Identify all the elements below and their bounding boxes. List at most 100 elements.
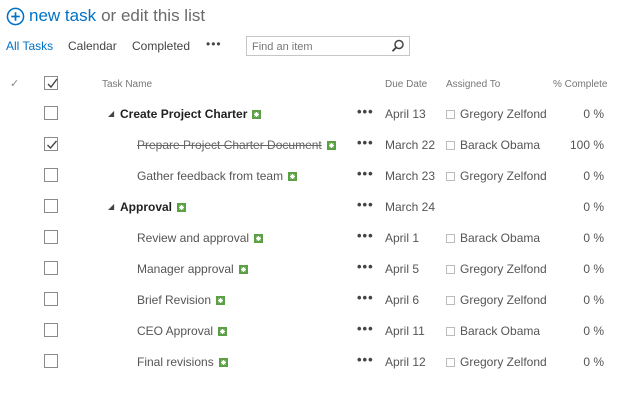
task-name-text: Final revisions — [137, 355, 214, 369]
assigned-to-person[interactable]: Gregory Zelfond — [446, 293, 547, 307]
assigned-to-person[interactable]: Barack Obama — [446, 231, 540, 245]
task-name-link[interactable]: Brief Revision — [137, 293, 226, 307]
task-name-link[interactable]: CEO Approval — [137, 324, 228, 338]
task-row[interactable]: ◢ Create Project Charter ••• April 13 Gregor… — [0, 98, 634, 129]
task-checkbox[interactable] — [44, 137, 58, 151]
task-name-link[interactable]: Final revisions — [137, 355, 228, 369]
new-item-icon — [238, 265, 248, 274]
task-name-link[interactable]: Manager approval — [137, 262, 248, 276]
new-item-icon — [216, 296, 226, 305]
assigned-to-name: Gregory Zelfond — [460, 262, 547, 276]
percent-complete: 0 % — [583, 355, 604, 369]
column-header-task-name[interactable]: Task Name — [102, 79, 152, 90]
this-list-label: this list — [153, 6, 206, 25]
item-menu-button[interactable]: ••• — [357, 321, 374, 336]
task-row[interactable]: Review and approval ••• April 1 Barack Obam… — [0, 222, 634, 253]
item-menu-button[interactable]: ••• — [357, 259, 374, 274]
or-label: or — [101, 6, 117, 25]
add-circle-icon[interactable] — [6, 7, 25, 26]
new-task-link[interactable]: new task — [29, 6, 96, 26]
task-checkbox[interactable] — [44, 354, 58, 368]
item-menu-button[interactable]: ••• — [357, 166, 374, 181]
view-calendar[interactable]: Calendar — [68, 39, 117, 53]
task-name-text: Approval — [120, 200, 173, 214]
task-name-link[interactable]: Prepare Project Charter Document — [137, 138, 336, 152]
item-menu-button[interactable]: ••• — [357, 290, 374, 305]
assigned-to-person[interactable]: Gregory Zelfond — [446, 169, 547, 183]
task-name-link[interactable]: Approval — [120, 200, 187, 214]
new-item-icon — [218, 327, 228, 336]
task-name-text: Brief Revision — [137, 293, 212, 307]
task-name-text: Prepare Project Charter Document — [137, 138, 322, 152]
task-checkbox[interactable] — [44, 230, 58, 244]
task-row[interactable]: Gather feedback from team ••• March 23 Greg… — [0, 160, 634, 191]
task-name-link[interactable]: Gather feedback from team — [137, 169, 298, 183]
percent-complete: 0 % — [583, 324, 604, 338]
checkmark-icon — [47, 140, 58, 150]
assigned-to-person[interactable]: Gregory Zelfond — [446, 107, 547, 121]
column-header-due-date[interactable]: Due Date — [385, 79, 427, 90]
assigned-to-name: Gregory Zelfond — [460, 169, 547, 183]
task-name-link[interactable]: Review and approval — [137, 231, 264, 245]
presence-icon — [446, 296, 455, 305]
task-name-text: CEO Approval — [137, 324, 214, 338]
task-row[interactable]: Final revisions ••• April 12 Gregory Zelfon… — [0, 346, 634, 377]
assigned-to-name: Barack Obama — [460, 138, 541, 152]
select-all-checkbox[interactable] — [44, 76, 58, 90]
task-row[interactable]: CEO Approval ••• April 11 Barack Obama 0 % — [0, 315, 634, 346]
task-row[interactable]: Prepare Project Charter Document ••• March… — [0, 129, 634, 160]
task-row[interactable]: Manager approval ••• April 5 Gregory Zelfon… — [0, 253, 634, 284]
new-item-icon — [288, 172, 298, 181]
edit-list-link[interactable]: edit — [121, 6, 148, 25]
search-box — [246, 36, 410, 56]
percent-complete: 0 % — [583, 262, 604, 276]
due-date: March 24 — [385, 200, 436, 214]
percent-complete: 0 % — [583, 169, 604, 183]
assigned-to-person[interactable]: Gregory Zelfond — [446, 355, 547, 369]
collapse-triangle-icon[interactable]: ◢ — [108, 202, 114, 211]
assigned-to-person[interactable]: Gregory Zelfond — [446, 262, 547, 276]
due-date: March 22 — [385, 138, 436, 152]
item-menu-button[interactable]: ••• — [357, 135, 374, 150]
presence-icon — [446, 110, 455, 119]
assigned-to-name: Gregory Zelfond — [460, 355, 547, 369]
assigned-to-name: Barack Obama — [460, 324, 541, 338]
more-views-button[interactable]: ••• — [206, 37, 222, 51]
new-item-icon — [326, 141, 336, 150]
task-checkbox[interactable] — [44, 106, 58, 120]
or-edit-text: or edit this list — [101, 6, 205, 26]
assigned-to-name: Gregory Zelfond — [460, 293, 547, 307]
task-row[interactable]: Brief Revision ••• April 6 Gregory Zelfond 0… — [0, 284, 634, 315]
task-checkbox[interactable] — [44, 168, 58, 182]
item-menu-button[interactable]: ••• — [357, 352, 374, 367]
search-icon[interactable] — [391, 39, 405, 53]
percent-complete: 0 % — [583, 107, 604, 121]
task-name-link[interactable]: Create Project Charter — [120, 107, 262, 121]
task-checkbox[interactable] — [44, 199, 58, 213]
column-header-percent-complete[interactable]: % Complete — [553, 79, 607, 90]
item-menu-button[interactable]: ••• — [357, 104, 374, 119]
task-checkbox[interactable] — [44, 261, 58, 275]
task-checkbox[interactable] — [44, 292, 58, 306]
new-item-icon — [252, 110, 262, 119]
task-checkbox[interactable] — [44, 323, 58, 337]
item-menu-button[interactable]: ••• — [357, 228, 374, 243]
item-menu-button[interactable]: ••• — [357, 197, 374, 212]
column-header-assigned-to[interactable]: Assigned To — [446, 79, 500, 90]
search-input[interactable] — [247, 38, 395, 56]
view-all-tasks[interactable]: All Tasks — [6, 39, 53, 53]
assigned-to-name: Barack Obama — [460, 231, 541, 245]
presence-icon — [446, 265, 455, 274]
assigned-to-person[interactable]: Barack Obama — [446, 138, 540, 152]
new-item-icon — [177, 203, 187, 212]
task-row[interactable]: ◢ Approval ••• March 24 0 % — [0, 191, 634, 222]
percent-complete: 100 % — [569, 138, 604, 152]
assigned-to-person[interactable]: Barack Obama — [446, 324, 540, 338]
view-completed[interactable]: Completed — [132, 39, 190, 53]
due-date: April 6 — [385, 293, 420, 307]
collapse-triangle-icon[interactable]: ◢ — [108, 109, 114, 118]
due-date: April 1 — [385, 231, 420, 245]
new-task-header: new task or edit this list — [6, 6, 205, 26]
task-name-text: Gather feedback from team — [137, 169, 284, 183]
new-item-icon — [218, 358, 228, 367]
